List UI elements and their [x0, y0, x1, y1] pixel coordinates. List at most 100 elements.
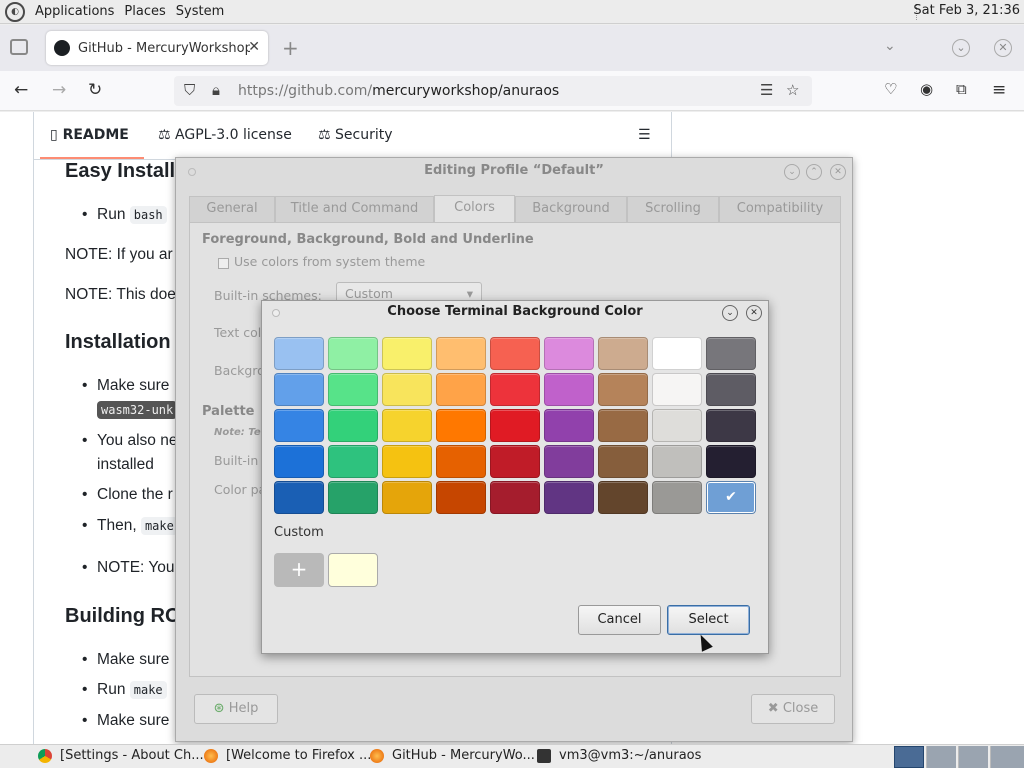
color-swatch[interactable]: [382, 481, 432, 514]
color-swatch[interactable]: [598, 445, 648, 478]
color-swatch[interactable]: [328, 337, 378, 370]
list-tabs-icon[interactable]: ⌄: [884, 38, 896, 54]
back-icon[interactable]: ←: [14, 80, 28, 100]
lock-icon[interactable]: 🔒︎: [212, 81, 220, 99]
close-tab-icon[interactable]: ✕: [248, 39, 260, 55]
tab-security[interactable]: ⚖ Security: [318, 127, 393, 143]
color-swatch[interactable]: [274, 409, 324, 442]
custom-color-swatch[interactable]: [328, 553, 378, 587]
tab-compatibility[interactable]: Compatibility: [719, 196, 841, 222]
add-custom-color-button[interactable]: +: [274, 553, 324, 587]
color-swatch[interactable]: [436, 409, 486, 442]
color-swatch[interactable]: [706, 337, 756, 370]
help-button[interactable]: ⊛ Help: [194, 694, 278, 724]
tab-readme[interactable]: ▯ README: [50, 127, 129, 143]
menu-applications[interactable]: Applications: [31, 4, 118, 19]
close-icon[interactable]: ✕: [746, 305, 762, 321]
color-swatch[interactable]: [490, 409, 540, 442]
maximize-icon[interactable]: ⌃: [806, 164, 822, 180]
outline-icon[interactable]: ☰: [638, 127, 651, 143]
taskbar-item-github[interactable]: GitHub - MercuryWo...: [370, 748, 535, 763]
color-swatch[interactable]: [706, 409, 756, 442]
shield-icon[interactable]: ⛉: [184, 81, 195, 99]
color-swatch[interactable]: [382, 337, 432, 370]
pocket-icon[interactable]: ♡: [884, 80, 897, 98]
color-swatch[interactable]: [382, 409, 432, 442]
color-swatch[interactable]: [328, 409, 378, 442]
workspace-2[interactable]: [926, 746, 956, 768]
color-swatch[interactable]: [544, 481, 594, 514]
system-colors-checkbox[interactable]: [218, 258, 229, 269]
menu-places[interactable]: Places: [120, 4, 169, 19]
color-swatch[interactable]: [598, 409, 648, 442]
close-button[interactable]: ✖ Close: [751, 694, 835, 724]
color-swatch[interactable]: [652, 481, 702, 514]
color-swatch[interactable]: [544, 337, 594, 370]
color-swatch[interactable]: [544, 445, 594, 478]
color-swatch[interactable]: [598, 373, 648, 406]
color-swatch[interactable]: [652, 409, 702, 442]
select-button[interactable]: Select: [667, 605, 750, 635]
color-swatch[interactable]: [490, 337, 540, 370]
tab-title-and-command[interactable]: Title and Command: [275, 196, 434, 222]
color-swatch[interactable]: [490, 445, 540, 478]
color-swatch[interactable]: [382, 373, 432, 406]
close-icon[interactable]: ✕: [830, 164, 846, 180]
color-swatch[interactable]: [328, 373, 378, 406]
taskbar-item-terminal[interactable]: vm3@vm3:~/anuraos: [537, 748, 701, 763]
menu-system[interactable]: System: [172, 4, 228, 19]
clock[interactable]: Sat Feb 3, 21:36: [913, 3, 1020, 18]
color-swatch[interactable]: [598, 481, 648, 514]
color-swatch[interactable]: [274, 337, 324, 370]
color-swatch[interactable]: [706, 445, 756, 478]
menu-icon[interactable]: ≡: [992, 80, 1006, 100]
color-swatch[interactable]: [598, 337, 648, 370]
tab-scrolling[interactable]: Scrolling: [627, 196, 719, 222]
color-swatch[interactable]: [652, 373, 702, 406]
url-bar[interactable]: ⛉ 🔒︎ https://github.com/mercuryworkshop/…: [174, 76, 812, 106]
taskbar-item-firefox-welcome[interactable]: [Welcome to Firefox ...: [204, 748, 371, 763]
color-swatch[interactable]: [274, 481, 324, 514]
color-swatch[interactable]: [652, 445, 702, 478]
url-text[interactable]: https://github.com/mercuryworkshop/anura…: [238, 83, 559, 99]
color-swatch[interactable]: [274, 445, 324, 478]
tab-background[interactable]: Background: [515, 196, 627, 222]
color-swatch[interactable]: [490, 481, 540, 514]
bookmark-star-icon[interactable]: ☆: [786, 81, 799, 99]
color-swatch[interactable]: [328, 481, 378, 514]
color-swatch[interactable]: [382, 445, 432, 478]
tab-general[interactable]: General: [189, 196, 275, 222]
distro-logo-icon[interactable]: ◐: [5, 1, 25, 22]
minimize-icon[interactable]: ⌄: [784, 164, 800, 180]
forward-icon[interactable]: →: [52, 80, 66, 100]
color-swatch[interactable]: [544, 373, 594, 406]
workspace-1[interactable]: [894, 746, 924, 768]
reader-view-icon[interactable]: ☰: [760, 81, 773, 99]
color-swatch[interactable]: [436, 481, 486, 514]
color-swatch[interactable]: [328, 445, 378, 478]
tab-license[interactable]: ⚖ AGPL-3.0 license: [158, 127, 292, 143]
browser-tab-github[interactable]: GitHub - MercuryWorkshop/anuraos ✕: [46, 31, 268, 65]
color-swatch[interactable]: [436, 337, 486, 370]
minimize-icon[interactable]: ⌄: [952, 39, 970, 57]
color-swatch[interactable]: [436, 373, 486, 406]
cancel-button[interactable]: Cancel: [578, 605, 661, 635]
new-tab-icon[interactable]: +: [282, 36, 299, 60]
window-menu-icon[interactable]: [188, 168, 196, 176]
color-swatch[interactable]: ✔: [706, 481, 756, 514]
taskbar-item-settings[interactable]: [Settings - About Ch...: [38, 748, 204, 763]
window-menu-icon[interactable]: [272, 309, 280, 317]
workspace-4[interactable]: [990, 746, 1024, 768]
minimize-icon[interactable]: ⌄: [722, 305, 738, 321]
account-icon[interactable]: ◉: [920, 80, 933, 98]
tab-overview-icon[interactable]: [10, 39, 28, 55]
color-swatch[interactable]: [436, 445, 486, 478]
color-swatch[interactable]: [652, 337, 702, 370]
extensions-icon[interactable]: ⧉: [956, 80, 967, 98]
workspace-3[interactable]: [958, 746, 988, 768]
color-swatch[interactable]: [274, 373, 324, 406]
close-window-icon[interactable]: ✕: [994, 39, 1012, 57]
color-swatch[interactable]: [706, 373, 756, 406]
color-swatch[interactable]: [544, 409, 594, 442]
color-swatch[interactable]: [490, 373, 540, 406]
